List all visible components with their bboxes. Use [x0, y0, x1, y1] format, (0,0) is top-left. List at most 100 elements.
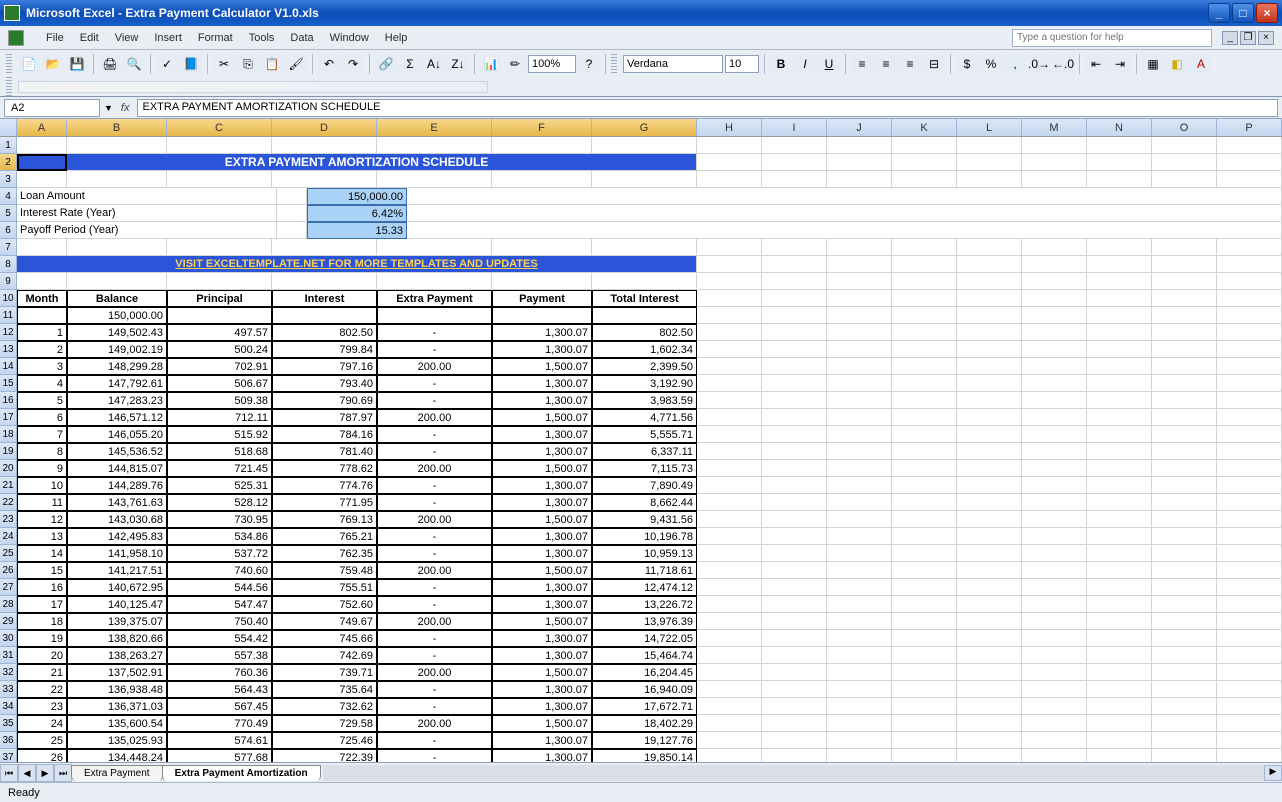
- col-header-M[interactable]: M: [1022, 119, 1087, 136]
- data-cell[interactable]: -: [377, 426, 492, 443]
- data-cell[interactable]: -: [377, 749, 492, 762]
- merge-button[interactable]: ⊟: [923, 53, 945, 75]
- data-cell[interactable]: 1,300.07: [492, 443, 592, 460]
- row-header[interactable]: 21: [0, 477, 17, 494]
- data-cell[interactable]: 750.40: [167, 613, 272, 630]
- data-cell[interactable]: 729.58: [272, 715, 377, 732]
- percent-button[interactable]: %: [980, 53, 1002, 75]
- menu-file[interactable]: File: [38, 30, 72, 46]
- italic-button[interactable]: I: [794, 53, 816, 75]
- data-cell[interactable]: 1,300.07: [492, 681, 592, 698]
- sheet-tab-extra-payment[interactable]: Extra Payment: [71, 765, 163, 781]
- data-cell[interactable]: 6: [17, 409, 67, 426]
- data-cell[interactable]: 515.92: [167, 426, 272, 443]
- open-button[interactable]: 📂: [42, 53, 64, 75]
- data-cell[interactable]: 11: [17, 494, 67, 511]
- data-cell[interactable]: 6,337.11: [592, 443, 697, 460]
- data-cell[interactable]: 19: [17, 630, 67, 647]
- menu-format[interactable]: Format: [190, 30, 241, 46]
- data-cell[interactable]: 10: [17, 477, 67, 494]
- data-cell[interactable]: 13: [17, 528, 67, 545]
- data-cell[interactable]: 749.67: [272, 613, 377, 630]
- row-header[interactable]: 22: [0, 494, 17, 511]
- data-cell[interactable]: 139,375.07: [67, 613, 167, 630]
- data-cell[interactable]: 143,761.63: [67, 494, 167, 511]
- undo-button[interactable]: ↶: [318, 53, 340, 75]
- data-cell[interactable]: 5: [17, 392, 67, 409]
- data-cell[interactable]: 20: [17, 647, 67, 664]
- data-cell[interactable]: 14,722.05: [592, 630, 697, 647]
- data-cell[interactable]: 1,300.07: [492, 477, 592, 494]
- data-cell[interactable]: 19,850.14: [592, 749, 697, 762]
- data-cell[interactable]: 799.84: [272, 341, 377, 358]
- col-header-B[interactable]: B: [67, 119, 167, 136]
- research-button[interactable]: 📘: [180, 53, 202, 75]
- drawing-button[interactable]: ✏: [504, 53, 526, 75]
- row-header[interactable]: 19: [0, 443, 17, 460]
- data-cell[interactable]: 725.46: [272, 732, 377, 749]
- data-cell[interactable]: 730.95: [167, 511, 272, 528]
- save-button[interactable]: 💾: [66, 53, 88, 75]
- data-cell[interactable]: 200.00: [377, 715, 492, 732]
- col-header-F[interactable]: F: [492, 119, 592, 136]
- row-header[interactable]: 29: [0, 613, 17, 630]
- data-cell[interactable]: 18,402.29: [592, 715, 697, 732]
- row-header[interactable]: 34: [0, 698, 17, 715]
- menu-tools[interactable]: Tools: [241, 30, 283, 46]
- data-cell[interactable]: 138,263.27: [67, 647, 167, 664]
- col-header-G[interactable]: G: [592, 119, 697, 136]
- row-header[interactable]: 13: [0, 341, 17, 358]
- data-cell[interactable]: 146,055.20: [67, 426, 167, 443]
- data-cell[interactable]: 544.56: [167, 579, 272, 596]
- data-cell[interactable]: 577.68: [167, 749, 272, 762]
- data-cell[interactable]: 752.60: [272, 596, 377, 613]
- row-header[interactable]: 6: [0, 222, 17, 239]
- toolbar-grip[interactable]: [6, 77, 12, 97]
- row-header[interactable]: 31: [0, 647, 17, 664]
- row-header[interactable]: 5: [0, 205, 17, 222]
- row-header[interactable]: 3: [0, 171, 17, 188]
- data-cell[interactable]: 732.62: [272, 698, 377, 715]
- col-header-A[interactable]: A: [17, 119, 67, 136]
- data-cell[interactable]: 1,300.07: [492, 426, 592, 443]
- data-cell[interactable]: 1,300.07: [492, 749, 592, 762]
- sort-asc-button[interactable]: A↓: [423, 53, 445, 75]
- data-cell[interactable]: 1,602.34: [592, 341, 697, 358]
- sort-desc-button[interactable]: Z↓: [447, 53, 469, 75]
- data-cell[interactable]: 4,771.56: [592, 409, 697, 426]
- row-header[interactable]: 1: [0, 137, 17, 154]
- data-cell[interactable]: 7,890.49: [592, 477, 697, 494]
- data-cell[interactable]: 557.38: [167, 647, 272, 664]
- data-cell[interactable]: -: [377, 341, 492, 358]
- help-button[interactable]: ?: [578, 53, 600, 75]
- data-cell[interactable]: 9: [17, 460, 67, 477]
- data-cell[interactable]: 797.16: [272, 358, 377, 375]
- data-cell[interactable]: 770.49: [167, 715, 272, 732]
- data-cell[interactable]: 141,958.10: [67, 545, 167, 562]
- bold-button[interactable]: B: [770, 53, 792, 75]
- data-cell[interactable]: 793.40: [272, 375, 377, 392]
- toolbar-grip[interactable]: [6, 54, 12, 74]
- data-cell[interactable]: 26: [17, 749, 67, 762]
- data-cell[interactable]: 564.43: [167, 681, 272, 698]
- menu-help[interactable]: Help: [377, 30, 416, 46]
- data-cell[interactable]: 200.00: [377, 664, 492, 681]
- row-header[interactable]: 36: [0, 732, 17, 749]
- row-header[interactable]: 17: [0, 409, 17, 426]
- data-cell[interactable]: 140,125.47: [67, 596, 167, 613]
- row-header[interactable]: 7: [0, 239, 17, 256]
- row-header[interactable]: 14: [0, 358, 17, 375]
- data-cell[interactable]: 145,536.52: [67, 443, 167, 460]
- decrease-decimal-button[interactable]: ←.0: [1052, 53, 1074, 75]
- data-cell[interactable]: 137,502.91: [67, 664, 167, 681]
- data-cell[interactable]: 1,300.07: [492, 375, 592, 392]
- data-cell[interactable]: 722.39: [272, 749, 377, 762]
- toolbar-grip[interactable]: [611, 54, 617, 74]
- data-cell[interactable]: 1,300.07: [492, 698, 592, 715]
- data-cell[interactable]: 765.21: [272, 528, 377, 545]
- col-header-L[interactable]: L: [957, 119, 1022, 136]
- chart-button[interactable]: 📊: [480, 53, 502, 75]
- data-cell[interactable]: 778.62: [272, 460, 377, 477]
- font-color-button[interactable]: A: [1190, 53, 1212, 75]
- data-cell[interactable]: 769.13: [272, 511, 377, 528]
